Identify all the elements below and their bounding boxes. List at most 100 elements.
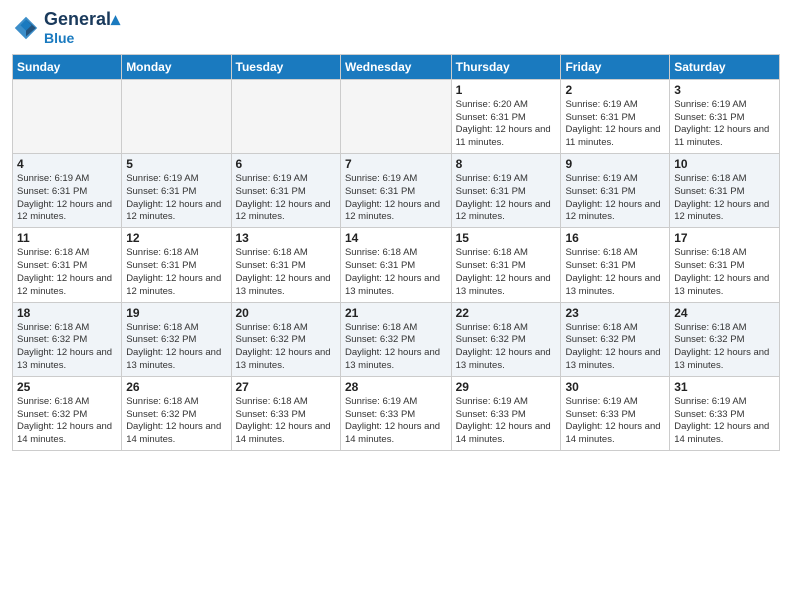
day-number: 20	[236, 306, 336, 320]
header-monday: Monday	[122, 54, 231, 79]
day-info: Sunrise: 6:19 AMSunset: 6:33 PMDaylight:…	[674, 396, 775, 447]
day-number: 3	[674, 83, 775, 97]
calendar-cell: 18 Sunrise: 6:18 AMSunset: 6:32 PMDayligh…	[13, 302, 122, 376]
calendar-cell: 27 Sunrise: 6:18 AMSunset: 6:33 PMDayligh…	[231, 376, 340, 450]
day-info: Sunrise: 6:18 AMSunset: 6:32 PMDaylight:…	[17, 322, 117, 373]
day-info: Sunrise: 6:19 AMSunset: 6:31 PMDaylight:…	[674, 99, 775, 150]
day-info: Sunrise: 6:18 AMSunset: 6:32 PMDaylight:…	[236, 322, 336, 373]
day-info: Sunrise: 6:19 AMSunset: 6:31 PMDaylight:…	[565, 99, 665, 150]
logo: General▴ Blue	[12, 10, 120, 46]
day-number: 27	[236, 380, 336, 394]
day-info: Sunrise: 6:18 AMSunset: 6:31 PMDaylight:…	[674, 247, 775, 298]
day-number: 29	[456, 380, 557, 394]
calendar-week-row: 4 Sunrise: 6:19 AMSunset: 6:31 PMDaylight…	[13, 154, 780, 228]
day-info: Sunrise: 6:19 AMSunset: 6:31 PMDaylight:…	[236, 173, 336, 224]
day-info: Sunrise: 6:18 AMSunset: 6:32 PMDaylight:…	[126, 322, 226, 373]
calendar-cell	[231, 79, 340, 153]
logo-text: General▴ Blue	[44, 10, 120, 46]
day-number: 13	[236, 231, 336, 245]
day-number: 8	[456, 157, 557, 171]
calendar-cell: 23 Sunrise: 6:18 AMSunset: 6:32 PMDayligh…	[561, 302, 670, 376]
calendar-cell: 5 Sunrise: 6:19 AMSunset: 6:31 PMDaylight…	[122, 154, 231, 228]
page-header: General▴ Blue	[12, 10, 780, 46]
calendar-cell: 24Sunrise: 6:18 AMSunset: 6:32 PMDayligh…	[670, 302, 780, 376]
day-info: Sunrise: 6:18 AMSunset: 6:33 PMDaylight:…	[236, 396, 336, 447]
header-thursday: Thursday	[451, 54, 561, 79]
calendar-cell: 26 Sunrise: 6:18 AMSunset: 6:32 PMDayligh…	[122, 376, 231, 450]
day-number: 26	[126, 380, 226, 394]
day-number: 9	[565, 157, 665, 171]
day-info: Sunrise: 6:18 AMSunset: 6:32 PMDaylight:…	[456, 322, 557, 373]
calendar-cell: 21Sunrise: 6:18 AMSunset: 6:32 PMDayligh…	[340, 302, 451, 376]
calendar-cell: 22 Sunrise: 6:18 AMSunset: 6:32 PMDayligh…	[451, 302, 561, 376]
day-info: Sunrise: 6:19 AMSunset: 6:33 PMDaylight:…	[345, 396, 447, 447]
day-number: 15	[456, 231, 557, 245]
day-number: 10	[674, 157, 775, 171]
calendar-cell: 13 Sunrise: 6:18 AMSunset: 6:31 PMDayligh…	[231, 228, 340, 302]
calendar-cell: 2 Sunrise: 6:19 AMSunset: 6:31 PMDaylight…	[561, 79, 670, 153]
calendar-week-row: 1 Sunrise: 6:20 AMSunset: 6:31 PMDaylight…	[13, 79, 780, 153]
calendar-cell: 20 Sunrise: 6:18 AMSunset: 6:32 PMDayligh…	[231, 302, 340, 376]
day-number: 1	[456, 83, 557, 97]
day-number: 2	[565, 83, 665, 97]
calendar-cell: 9 Sunrise: 6:19 AMSunset: 6:31 PMDaylight…	[561, 154, 670, 228]
header-sunday: Sunday	[13, 54, 122, 79]
day-number: 25	[17, 380, 117, 394]
day-info: Sunrise: 6:19 AMSunset: 6:31 PMDaylight:…	[456, 173, 557, 224]
header-tuesday: Tuesday	[231, 54, 340, 79]
day-info: Sunrise: 6:19 AMSunset: 6:31 PMDaylight:…	[126, 173, 226, 224]
day-info: Sunrise: 6:18 AMSunset: 6:31 PMDaylight:…	[674, 173, 775, 224]
day-info: Sunrise: 6:19 AMSunset: 6:33 PMDaylight:…	[456, 396, 557, 447]
calendar-cell: 28 Sunrise: 6:19 AMSunset: 6:33 PMDayligh…	[340, 376, 451, 450]
header-friday: Friday	[561, 54, 670, 79]
header-wednesday: Wednesday	[340, 54, 451, 79]
day-number: 28	[345, 380, 447, 394]
day-info: Sunrise: 6:18 AMSunset: 6:32 PMDaylight:…	[126, 396, 226, 447]
day-number: 18	[17, 306, 117, 320]
day-number: 23	[565, 306, 665, 320]
day-info: Sunrise: 6:19 AMSunset: 6:33 PMDaylight:…	[565, 396, 665, 447]
day-info: Sunrise: 6:18 AMSunset: 6:32 PMDaylight:…	[17, 396, 117, 447]
calendar-cell: 15Sunrise: 6:18 AMSunset: 6:31 PMDayligh…	[451, 228, 561, 302]
calendar-week-row: 25 Sunrise: 6:18 AMSunset: 6:32 PMDayligh…	[13, 376, 780, 450]
day-number: 6	[236, 157, 336, 171]
calendar-week-row: 18 Sunrise: 6:18 AMSunset: 6:32 PMDayligh…	[13, 302, 780, 376]
page-container: General▴ Blue SundayMondayTuesdayWednesd…	[0, 0, 792, 461]
day-number: 22	[456, 306, 557, 320]
day-number: 4	[17, 157, 117, 171]
calendar-cell	[13, 79, 122, 153]
calendar-cell: 17Sunrise: 6:18 AMSunset: 6:31 PMDayligh…	[670, 228, 780, 302]
calendar-cell: 8 Sunrise: 6:19 AMSunset: 6:31 PMDaylight…	[451, 154, 561, 228]
calendar-cell: 29 Sunrise: 6:19 AMSunset: 6:33 PMDayligh…	[451, 376, 561, 450]
calendar-cell	[340, 79, 451, 153]
day-number: 14	[345, 231, 447, 245]
logo-blue: Blue	[44, 30, 120, 46]
day-number: 7	[345, 157, 447, 171]
day-info: Sunrise: 6:19 AMSunset: 6:31 PMDaylight:…	[565, 173, 665, 224]
logo-icon	[12, 14, 40, 42]
calendar-cell: 14Sunrise: 6:18 AMSunset: 6:31 PMDayligh…	[340, 228, 451, 302]
calendar-cell: 1 Sunrise: 6:20 AMSunset: 6:31 PMDaylight…	[451, 79, 561, 153]
calendar-cell: 7Sunrise: 6:19 AMSunset: 6:31 PMDaylight…	[340, 154, 451, 228]
day-number: 5	[126, 157, 226, 171]
calendar-cell: 30 Sunrise: 6:19 AMSunset: 6:33 PMDayligh…	[561, 376, 670, 450]
day-info: Sunrise: 6:20 AMSunset: 6:31 PMDaylight:…	[456, 99, 557, 150]
calendar-week-row: 11 Sunrise: 6:18 AMSunset: 6:31 PMDayligh…	[13, 228, 780, 302]
calendar-cell: 4 Sunrise: 6:19 AMSunset: 6:31 PMDaylight…	[13, 154, 122, 228]
calendar-cell: 6 Sunrise: 6:19 AMSunset: 6:31 PMDaylight…	[231, 154, 340, 228]
calendar-cell: 25 Sunrise: 6:18 AMSunset: 6:32 PMDayligh…	[13, 376, 122, 450]
calendar-cell: 3 Sunrise: 6:19 AMSunset: 6:31 PMDaylight…	[670, 79, 780, 153]
calendar-cell: 19Sunrise: 6:18 AMSunset: 6:32 PMDayligh…	[122, 302, 231, 376]
day-info: Sunrise: 6:19 AMSunset: 6:31 PMDaylight:…	[17, 173, 117, 224]
day-info: Sunrise: 6:18 AMSunset: 6:32 PMDaylight:…	[565, 322, 665, 373]
day-number: 21	[345, 306, 447, 320]
day-number: 30	[565, 380, 665, 394]
day-info: Sunrise: 6:18 AMSunset: 6:31 PMDaylight:…	[236, 247, 336, 298]
day-info: Sunrise: 6:18 AMSunset: 6:31 PMDaylight:…	[565, 247, 665, 298]
calendar-cell: 16Sunrise: 6:18 AMSunset: 6:31 PMDayligh…	[561, 228, 670, 302]
header-saturday: Saturday	[670, 54, 780, 79]
day-number: 11	[17, 231, 117, 245]
calendar-cell: 10 Sunrise: 6:18 AMSunset: 6:31 PMDayligh…	[670, 154, 780, 228]
calendar-cell: 31 Sunrise: 6:19 AMSunset: 6:33 PMDayligh…	[670, 376, 780, 450]
day-number: 31	[674, 380, 775, 394]
